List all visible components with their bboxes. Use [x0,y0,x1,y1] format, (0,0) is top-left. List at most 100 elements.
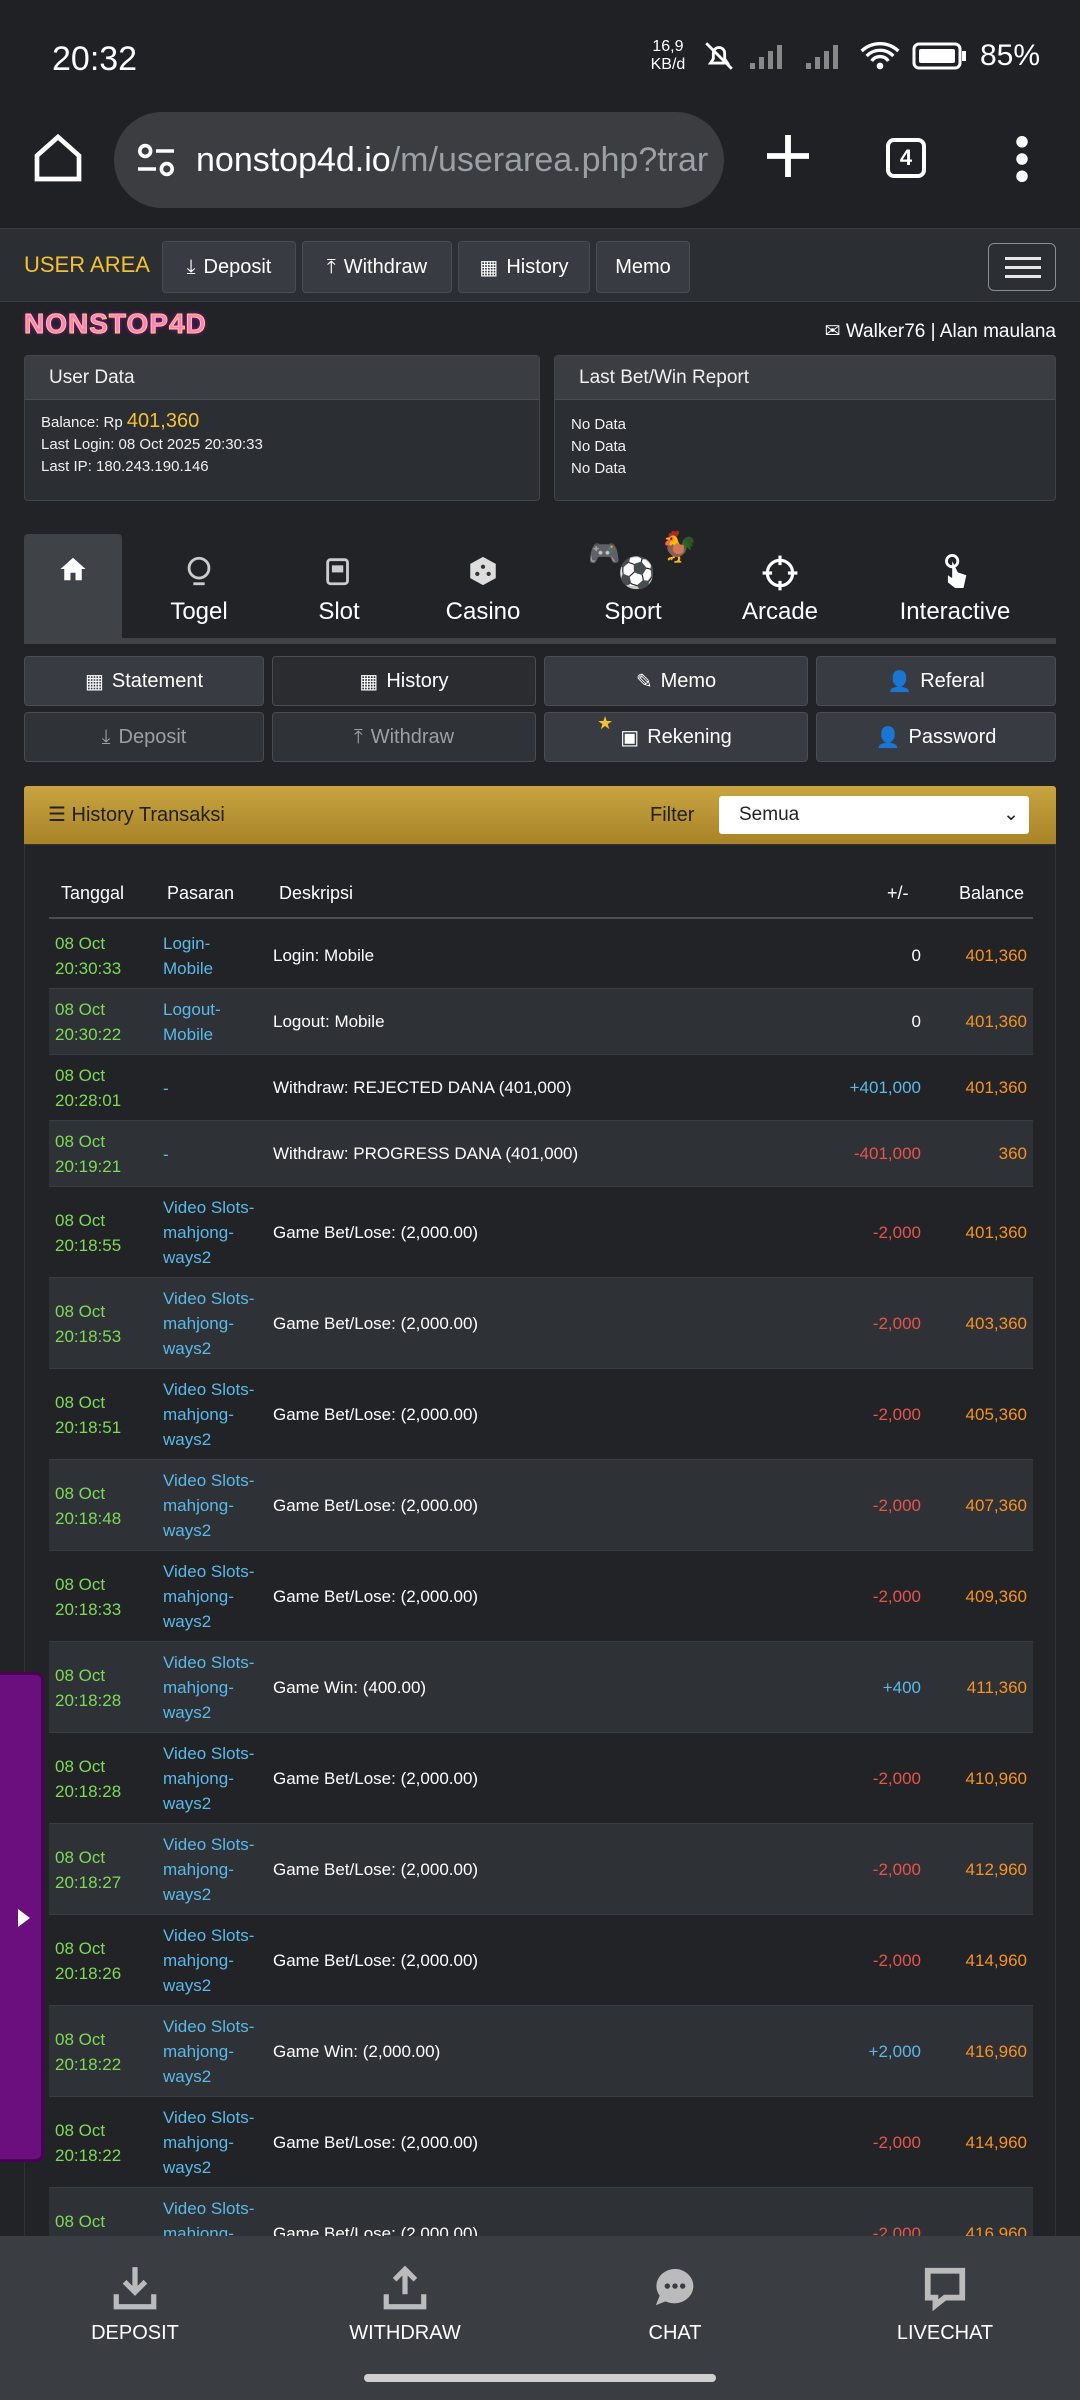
more-menu-icon[interactable] [1010,136,1034,182]
tab-interactive-label: Interactive [899,598,1011,625]
row-pasaran-line[interactable]: ways2 [163,2064,254,2089]
row-pasaran: - [163,1076,169,1101]
hamburger-menu-icon[interactable] [988,243,1056,291]
row-pasaran-line[interactable]: - [163,1076,169,1101]
row-pasaran-line[interactable]: mahjong- [163,1857,254,1882]
row-amount: -2,000 [872,1495,921,1515]
subnav-history[interactable]: ▦ History [272,656,536,706]
row-pasaran-line[interactable]: Video Slots- [163,1468,254,1493]
row-pasaran-line[interactable]: mahjong- [163,1311,254,1336]
row-pasaran-line[interactable]: mahjong- [163,1402,254,1427]
row-pasaran-line[interactable]: Video Slots- [163,2105,254,2130]
row-pasaran-line[interactable]: mahjong- [163,1766,254,1791]
last-login: Last Login: 08 Oct 2025 20:30:33 [41,436,263,453]
row-pasaran-line[interactable]: Video Slots- [163,1832,254,1857]
home-indicator[interactable] [364,2374,716,2382]
nav-withdraw-button[interactable]: ⤒ Withdraw [302,241,452,293]
row-pasaran-line[interactable]: Mobile [163,1022,221,1047]
url-bar[interactable]: nonstop4d.io/m/userarea.php?trar [114,112,724,208]
row-pasaran-line[interactable]: mahjong- [163,2039,254,2064]
subnav-rekening[interactable]: ★ ▣ Rekening [544,712,808,762]
row-pasaran-line[interactable]: Video Slots- [163,1650,254,1675]
url-path: /m/userarea.php?trar [390,140,709,179]
new-tab-icon[interactable] [760,128,816,184]
row-date: 08 Oct 20:28:01 [55,1063,121,1113]
filter-select[interactable]: Semua ⌄ [719,796,1029,834]
row-pasaran-line[interactable]: Video Slots- [163,1923,254,1948]
nav-deposit-button[interactable]: ⤓ Deposit [162,241,296,293]
chevron-down-icon: ⌄ [1003,804,1019,825]
row-date-time: 20:18:53 [55,1326,122,1346]
bottom-withdraw-button[interactable]: WITHDRAW [305,2254,505,2345]
row-date: 08 Oct 20:18:28 [55,1663,121,1713]
row-pasaran-line[interactable]: ways2 [163,1882,254,1907]
tab-sport[interactable]: 🎮 🐓 ⚽ Sport [568,531,698,638]
row-pasaran-line[interactable]: ways2 [163,1700,254,1725]
row-pasaran-line[interactable]: Video Slots- [163,1559,254,1584]
row-pasaran-line[interactable]: ways2 [163,1427,254,1452]
row-pasaran-line[interactable]: Mobile [163,956,213,981]
row-pasaran-line[interactable]: Video Slots- [163,1286,254,1311]
row-pasaran-line[interactable]: Video Slots- [163,2196,254,2221]
row-pasaran-line[interactable]: ways2 [163,2155,254,2180]
site-logo[interactable]: NONSTOP4D [24,308,207,340]
subnav-password[interactable]: 👤 Password [816,712,1056,762]
row-pasaran-line[interactable]: Video Slots- [163,1741,254,1766]
row-description: Game Bet/Lose: (2,000.00) [273,1313,479,1333]
tab-home[interactable] [24,534,122,638]
tab-sport-label: Sport [604,598,662,625]
row-pasaran-line[interactable]: mahjong- [163,1948,254,1973]
row-pasaran-line[interactable]: Logout- [163,997,221,1022]
row-pasaran-line[interactable]: mahjong- [163,1220,254,1245]
row-pasaran-line[interactable]: Video Slots- [163,2014,254,2039]
tab-switcher-button[interactable]: 4 [886,138,926,178]
subnav-statement[interactable]: ▦ Statement [24,656,264,706]
row-pasaran-line[interactable]: Video Slots- [163,1195,254,1220]
row-pasaran: Video Slots-mahjong-ways2 [163,1832,254,1907]
table-row: 08 Oct 20:18:28 Video Slots-mahjong-ways2 G… [49,1642,1033,1733]
bottom-chat-button[interactable]: CHAT [575,2254,775,2345]
home-icon[interactable] [30,130,86,186]
row-pasaran-line[interactable]: ways2 [163,1791,254,1816]
row-pasaran: Video Slots-mahjong-ways2 [163,1741,254,1816]
site-header: USER AREA ⤓ Deposit ⤒ Withdraw ▦ History Me… [0,228,1080,302]
row-date: 08 Oct 20:18:48 [55,1481,121,1531]
tab-togel[interactable]: Togel [144,534,254,638]
row-pasaran-line[interactable]: - [163,1142,169,1167]
row-amount: -2,000 [872,1950,921,1970]
nav-memo-button[interactable]: Memo [596,241,690,293]
subnav-deposit-label: Deposit [118,725,187,748]
row-pasaran-line[interactable]: mahjong- [163,1493,254,1518]
site-settings-icon[interactable] [134,142,178,178]
row-pasaran: Login- Mobile [163,931,213,981]
history-title-text: History Transaksi [71,804,225,826]
subnav-memo[interactable]: ✎ Memo [544,656,808,706]
row-pasaran-line[interactable]: mahjong- [163,2130,254,2155]
row-pasaran-line[interactable]: ways2 [163,1609,254,1634]
tab-interactive[interactable]: Interactive [870,534,1040,638]
star-icon: ★ [597,713,614,733]
row-pasaran-line[interactable]: Login- [163,931,213,956]
row-pasaran-line[interactable]: ways2 [163,1973,254,1998]
status-time: 20:32 [52,40,138,78]
user-icon: 👤 [875,726,901,749]
subnav-deposit[interactable]: ⤓ Deposit [24,712,264,762]
side-drawer-tab[interactable] [0,1672,44,2162]
bottom-deposit-button[interactable]: DEPOSIT [35,2254,235,2345]
subnav-withdraw[interactable]: ⤒ Withdraw [272,712,536,762]
tab-arcade[interactable]: Arcade [720,534,840,638]
table-row: 08 Oct 20:18:55 Video Slots-mahjong-ways2 G… [49,1187,1033,1278]
row-pasaran-line[interactable]: ways2 [163,1518,254,1543]
edit-icon: ✎ [635,670,653,693]
row-pasaran-line[interactable]: ways2 [163,1336,254,1361]
row-pasaran-line[interactable]: ways2 [163,1245,254,1270]
nav-history-button[interactable]: ▦ History [458,241,590,293]
tab-casino[interactable]: Casino [428,534,538,638]
row-pasaran-line[interactable]: Video Slots- [163,1377,254,1402]
row-pasaran-line[interactable]: mahjong- [163,1675,254,1700]
row-pasaran-line[interactable]: mahjong- [163,1584,254,1609]
bottom-livechat-button[interactable]: LIVECHAT [845,2254,1045,2345]
row-date: 08 Oct 20:18:28 [55,1754,121,1804]
subnav-referal[interactable]: 👤 Referal [816,656,1056,706]
tab-slot[interactable]: Slot [284,534,394,638]
